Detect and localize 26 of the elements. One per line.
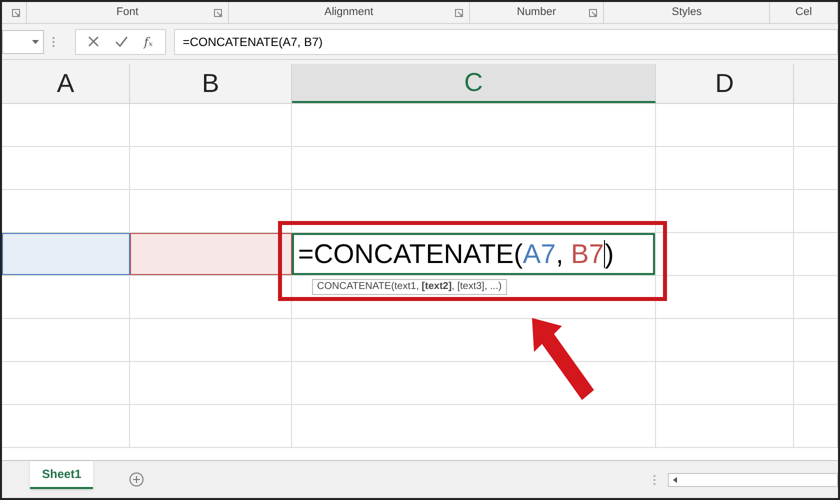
horizontal-scrollbar[interactable]: [668, 472, 838, 486]
ribbon-group-label: Styles: [672, 5, 702, 20]
function-tooltip: CONCATENATE(text1, [text2], [text3], ...): [312, 279, 507, 295]
dialog-launcher-icon[interactable]: [12, 9, 20, 17]
ribbon-group-label: Alignment: [324, 5, 374, 20]
formula-input[interactable]: =CONCATENATE(A7, B7): [174, 28, 838, 54]
add-sheet-icon[interactable]: [129, 472, 144, 487]
ribbon-group-label: Cel: [795, 5, 812, 20]
caret-icon: [32, 40, 39, 44]
dialog-launcher-icon[interactable]: [589, 9, 598, 17]
referenced-cell[interactable]: [2, 233, 130, 275]
column-header[interactable]: A: [2, 64, 130, 103]
enter-check-icon[interactable]: [115, 36, 128, 47]
ribbon-group-label: Font: [116, 5, 138, 20]
editing-cell[interactable]: =CONCATENATE(A7, B7): [292, 233, 655, 275]
column-header[interactable]: C: [292, 64, 656, 103]
dialog-launcher-icon[interactable]: [214, 9, 222, 17]
dialog-launcher-icon[interactable]: [454, 9, 463, 17]
ribbon-group-label: Number: [516, 5, 556, 20]
grip-icon: [653, 474, 656, 486]
referenced-cell[interactable]: [130, 233, 292, 275]
grip-icon: [52, 36, 55, 48]
fx-icon[interactable]: fₓ: [144, 32, 153, 50]
cancel-icon[interactable]: [88, 36, 99, 47]
column-header[interactable]: D: [656, 64, 794, 103]
sheet-tab[interactable]: Sheet1: [30, 461, 94, 489]
